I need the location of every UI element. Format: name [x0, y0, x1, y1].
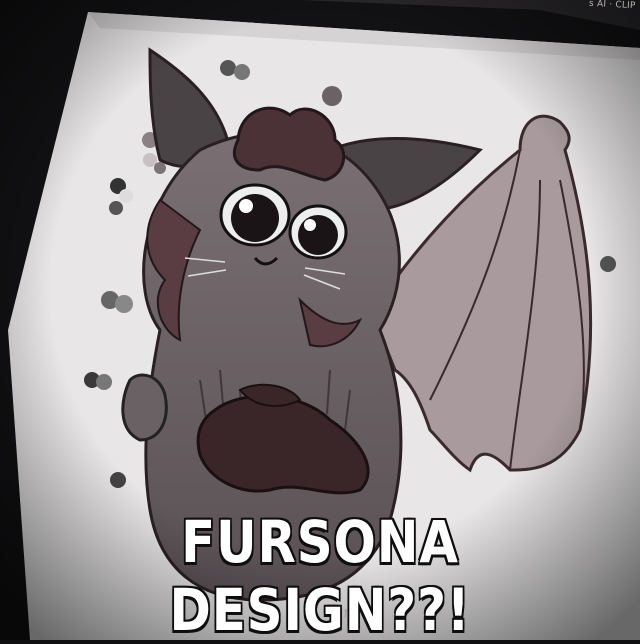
caption-text: FURSONA DESIGN??! [168, 507, 471, 644]
